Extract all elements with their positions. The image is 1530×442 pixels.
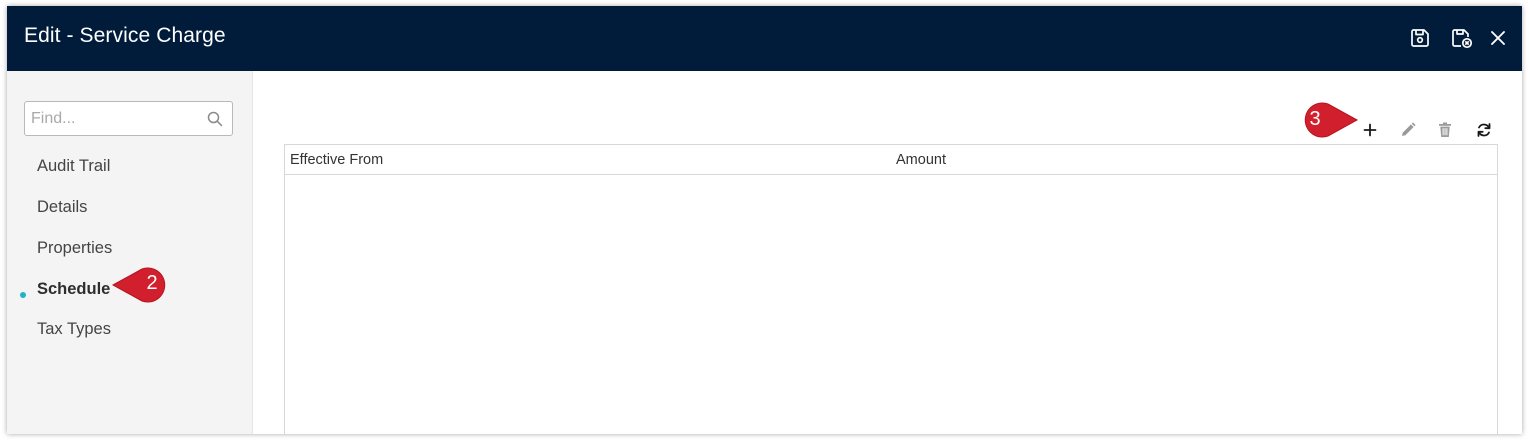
schedule-grid: Effective From Amount — [284, 144, 1498, 434]
sidebar-item-details[interactable]: Details — [37, 198, 87, 217]
grid-header: Effective From Amount — [285, 145, 1497, 175]
find-box — [24, 101, 233, 136]
active-indicator-dot — [20, 292, 26, 298]
callout-number: 3 — [1309, 108, 1321, 130]
edit-service-charge-dialog: Edit - Service Charge Find... Audit Trai… — [7, 6, 1522, 434]
main-content: 3 Effective From Amount — [254, 71, 1522, 434]
plus-icon[interactable] — [1360, 120, 1380, 140]
dialog-titlebar: Edit - Service Charge — [7, 6, 1522, 71]
trash-icon[interactable] — [1435, 120, 1455, 140]
search-icon[interactable] — [207, 111, 223, 127]
sidebar-item-schedule[interactable]: Schedule — [37, 280, 110, 299]
refresh-icon[interactable] — [1474, 120, 1494, 140]
pencil-icon[interactable] — [1398, 120, 1418, 140]
close-icon[interactable] — [1486, 26, 1510, 50]
sidebar-item-tax-types[interactable]: Tax Types — [37, 320, 111, 339]
step-callout-2: 2 — [112, 265, 176, 303]
save-icon[interactable] — [1408, 26, 1432, 50]
dialog-title: Edit - Service Charge — [24, 24, 226, 47]
column-header-amount[interactable]: Amount — [896, 152, 946, 168]
step-callout-3: 3 — [1292, 101, 1358, 139]
callout-number: 2 — [146, 272, 158, 294]
sidebar-item-audit-trail[interactable]: Audit Trail — [37, 157, 110, 176]
find-input[interactable] — [25, 102, 205, 135]
column-header-effective-from[interactable]: Effective From — [290, 152, 383, 168]
sidebar-item-properties[interactable]: Properties — [37, 239, 112, 258]
sidebar: Audit Trail Details Properties Schedule … — [7, 71, 253, 434]
save-close-icon[interactable] — [1449, 26, 1473, 50]
